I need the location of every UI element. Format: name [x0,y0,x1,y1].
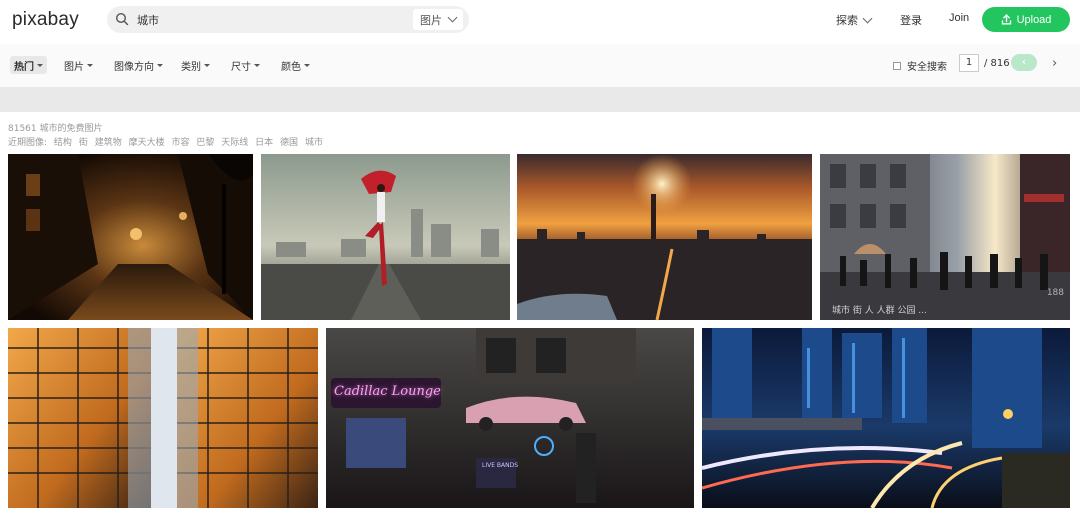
photo-neon-storefront[interactable]: Cadillac Lounge LIVE BANDS [326,328,694,508]
light-trails-image [702,328,1070,508]
filter-color-label: 颜色 [281,61,301,73]
page-number-input[interactable]: 1 [959,54,979,72]
related-tag[interactable]: 结构 [54,138,72,148]
upload-button[interactable]: Upload [982,7,1070,32]
prev-page-button[interactable]: ‹ [1011,54,1037,71]
related-tag[interactable]: 城市 [305,138,323,148]
photo-dancer-city[interactable] [261,154,510,320]
photo-glass-towers[interactable] [8,328,318,508]
filter-orientation[interactable]: 图像方向 [114,58,163,73]
related-tag[interactable]: 天际线 [221,138,248,148]
related-tag[interactable]: 街 [79,138,88,148]
related-tag[interactable]: 市容 [171,138,189,148]
safe-search-toggle[interactable]: 安全搜索 [893,58,947,73]
caret-down-icon [304,63,310,67]
explore-menu[interactable]: 探索 [836,12,873,28]
neon-storefront-image [326,328,694,508]
filter-orientation-label: 图像方向 [114,61,154,73]
ad-banner-placeholder [0,87,1080,112]
dancer-city-image [261,154,510,320]
likes-count: 188 [1046,288,1064,298]
chevron-down-icon [447,12,458,23]
caret-down-icon [254,63,260,67]
filter-category-label: 类别 [181,61,201,73]
next-page-button[interactable]: › [1052,56,1057,71]
login-link[interactable]: 登录 [900,12,922,28]
related-searches: 近期图像: 结构 街 建筑物 摩天大楼 市容 巴黎 天际线 日本 德国 城市 [8,135,327,148]
upload-label: Upload [1016,13,1052,26]
photo-light-trails[interactable] [702,328,1070,508]
safe-search-label: 安全搜索 [907,62,947,73]
caret-down-icon [87,63,93,67]
related-tag[interactable]: 巴黎 [196,138,214,148]
filter-size-label: 尺寸 [231,61,251,73]
busy-street-image [820,154,1070,320]
caret-down-icon [204,63,210,67]
related-tag[interactable]: 建筑物 [95,138,122,148]
filter-images[interactable]: 图片 [64,58,93,73]
filter-size[interactable]: 尺寸 [231,58,260,73]
safe-search-checkbox[interactable] [893,61,901,70]
night-alley-image [8,154,253,320]
related-tag[interactable]: 日本 [255,138,273,148]
results-count: 81561 城市的免费图片 [8,124,103,134]
filter-category[interactable]: 类别 [181,58,210,73]
related-tag[interactable]: 德国 [280,138,298,148]
filter-bar: 热门 图片 图像方向 类别 尺寸 颜色 安全搜索 1 / 816 ‹ › [0,44,1080,87]
sunset-skyline-image [517,154,812,320]
search-input[interactable] [137,10,387,29]
page-total: / 816 [984,58,1010,69]
neon-sign-text-2: LIVE BANDS [482,462,519,469]
glass-towers-image [8,328,318,508]
explore-label: 探索 [836,14,858,27]
neon-sign-text: Cadillac Lounge [334,384,441,399]
filter-popular-label: 热门 [14,61,34,73]
upload-icon [1001,14,1011,25]
caret-down-icon [157,63,163,67]
search-type-dropdown[interactable]: 图片 [413,9,463,30]
caret-down-icon [37,63,43,67]
pixabay-logo[interactable]: pixabay [12,9,79,31]
join-link[interactable]: Join [949,12,969,24]
header: pixabay 图片 探索 登录 Join Upload [0,0,1080,40]
chevron-down-icon [862,13,873,23]
photo-tags[interactable]: 城市 街 人 人群 公园 ... [832,303,927,316]
photo-night-alley[interactable] [8,154,253,320]
filter-popular[interactable]: 热门 [10,56,47,74]
photo-busy-street[interactable]: 188 城市 街 人 人群 公园 ... [820,154,1070,320]
related-tag[interactable]: 摩天大楼 [129,138,165,148]
search-type-label: 图片 [420,13,442,27]
filter-color[interactable]: 颜色 [281,58,310,73]
search-icon [115,12,129,26]
filter-images-label: 图片 [64,61,84,73]
search-bar[interactable]: 图片 [107,6,469,33]
photo-sunset-skyline[interactable] [517,154,812,320]
related-label: 近期图像: [8,138,48,148]
